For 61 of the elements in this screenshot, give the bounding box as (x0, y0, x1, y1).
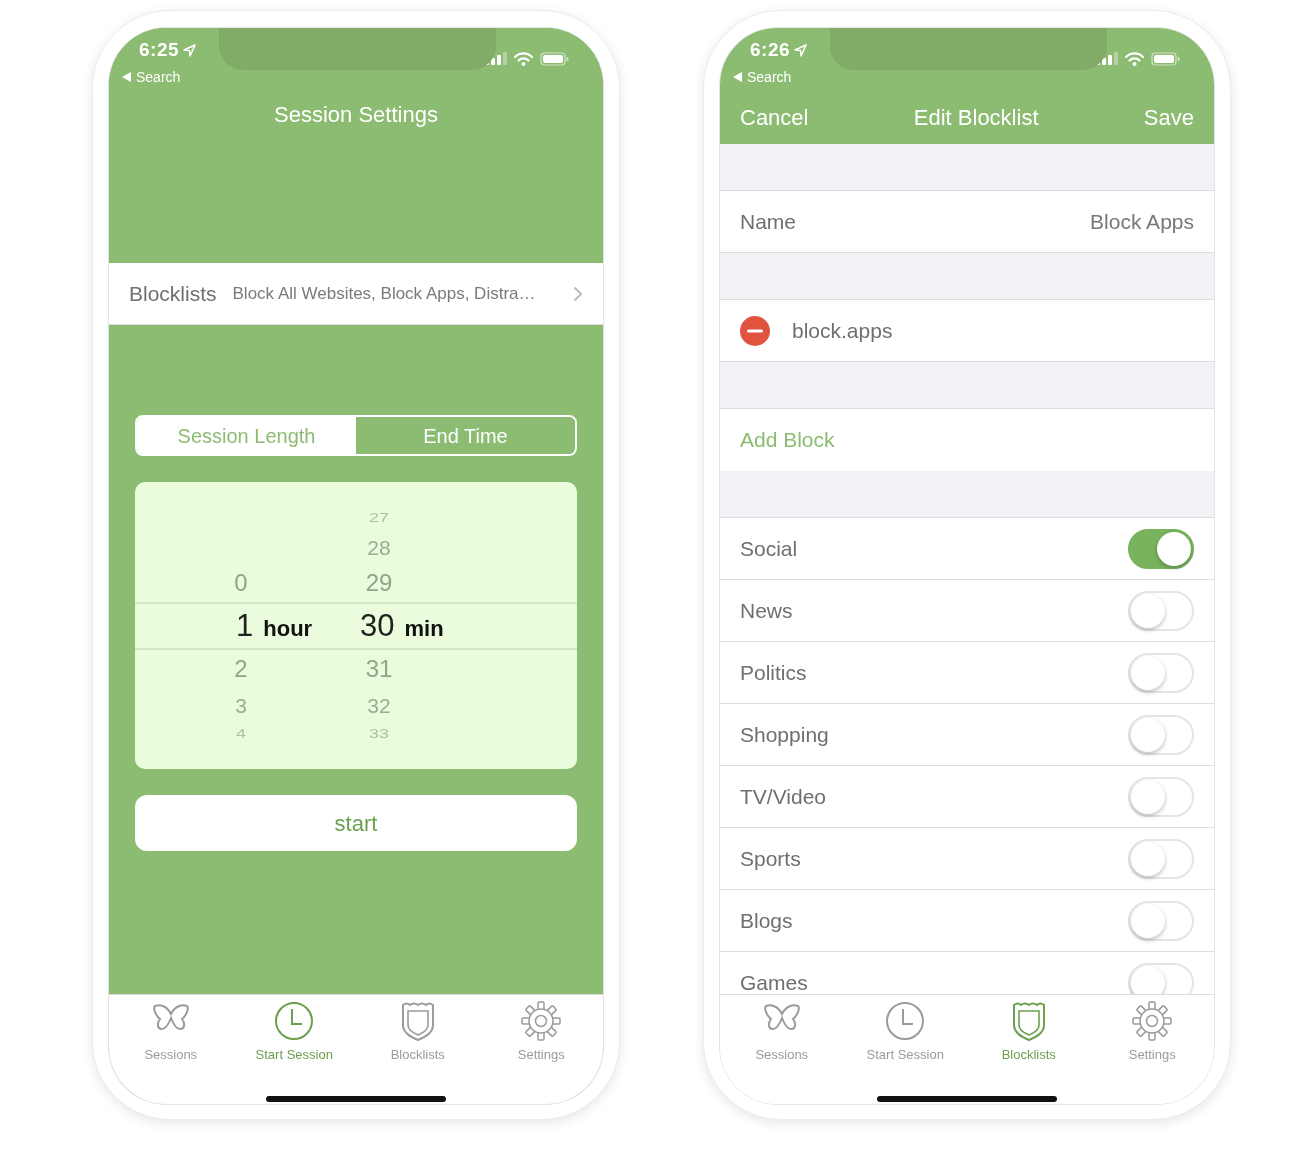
location-arrow-icon (183, 43, 197, 57)
status-time: 6:26 (750, 38, 791, 62)
add-block-button[interactable]: Add Block (720, 409, 1214, 471)
settings-icon (521, 1001, 562, 1041)
picker-selected-value: 30 (360, 606, 395, 645)
tab-item[interactable]: Start Session (843, 995, 967, 1065)
picker-value: 29 (364, 571, 394, 595)
back-triangle-icon (733, 72, 742, 82)
block-entry: block.apps (792, 317, 893, 344)
clock-icon (274, 1001, 315, 1041)
category-label: TV/Video (740, 783, 826, 810)
category-label: Blogs (740, 907, 793, 934)
picker-unit: min (404, 614, 444, 643)
battery-icon (1151, 52, 1180, 66)
battery-icon (540, 52, 569, 66)
category-label: Politics (740, 659, 807, 686)
signal-icon (485, 52, 507, 65)
picker-value: 31 (364, 657, 394, 681)
wifi-icon (1125, 52, 1144, 66)
save-button[interactable]: Save (1143, 100, 1194, 134)
clock-icon (885, 1001, 926, 1041)
screen-title: Session Settings (273, 101, 439, 129)
picker-value: 27 (368, 511, 390, 525)
tab-item[interactable]: Blocklists (356, 995, 480, 1065)
picker-value: 32 (366, 694, 392, 716)
tab-item[interactable]: Sessions (720, 995, 844, 1065)
settings-icon (1132, 1001, 1173, 1041)
tab-item[interactable]: Settings (479, 995, 603, 1065)
tab-item[interactable]: Blocklists (967, 995, 1091, 1065)
category-label: Sports (740, 845, 801, 872)
signal-icon (1096, 52, 1118, 65)
location-arrow-icon (794, 43, 808, 57)
delete-icon[interactable] (740, 315, 770, 346)
tab-item[interactable]: Start Session (232, 995, 356, 1065)
back-link[interactable]: Search (122, 66, 197, 88)
category-label: Shopping (740, 721, 829, 748)
picker-value: 28 (366, 536, 392, 558)
tab-item[interactable]: Sessions (109, 995, 233, 1065)
back-triangle-icon (122, 72, 131, 82)
status-time: 6:25 (139, 38, 180, 62)
picker-value: 4 (235, 727, 247, 741)
picker-value: 0 (233, 571, 249, 595)
category-label: News (740, 597, 793, 624)
picker-value: 33 (368, 727, 390, 741)
picker-selected-value: 1 (236, 606, 254, 645)
chevron-icon (573, 285, 583, 302)
category-label: Games (740, 969, 808, 994)
name-row[interactable]: Name Block Apps (720, 191, 1214, 253)
tab-item[interactable]: Settings (1090, 995, 1214, 1065)
screen-title: Edit Blocklist (913, 103, 1039, 132)
picker-value: 3 (234, 694, 248, 716)
wifi-icon (514, 52, 533, 66)
picker-unit: hour (263, 614, 313, 643)
segment-tab[interactable]: Session Length (137, 417, 356, 454)
toggle-switch[interactable] (1128, 528, 1194, 569)
back-link[interactable]: Search (733, 66, 808, 88)
cancel-button[interactable]: Cancel (740, 100, 809, 134)
blocklists-row[interactable]: Blocklists Block All Websites, Block Apps, Distra… (109, 263, 603, 325)
start-button[interactable]: start (135, 795, 577, 851)
category-label: Social (740, 535, 798, 562)
picker-value: 2 (233, 657, 249, 681)
